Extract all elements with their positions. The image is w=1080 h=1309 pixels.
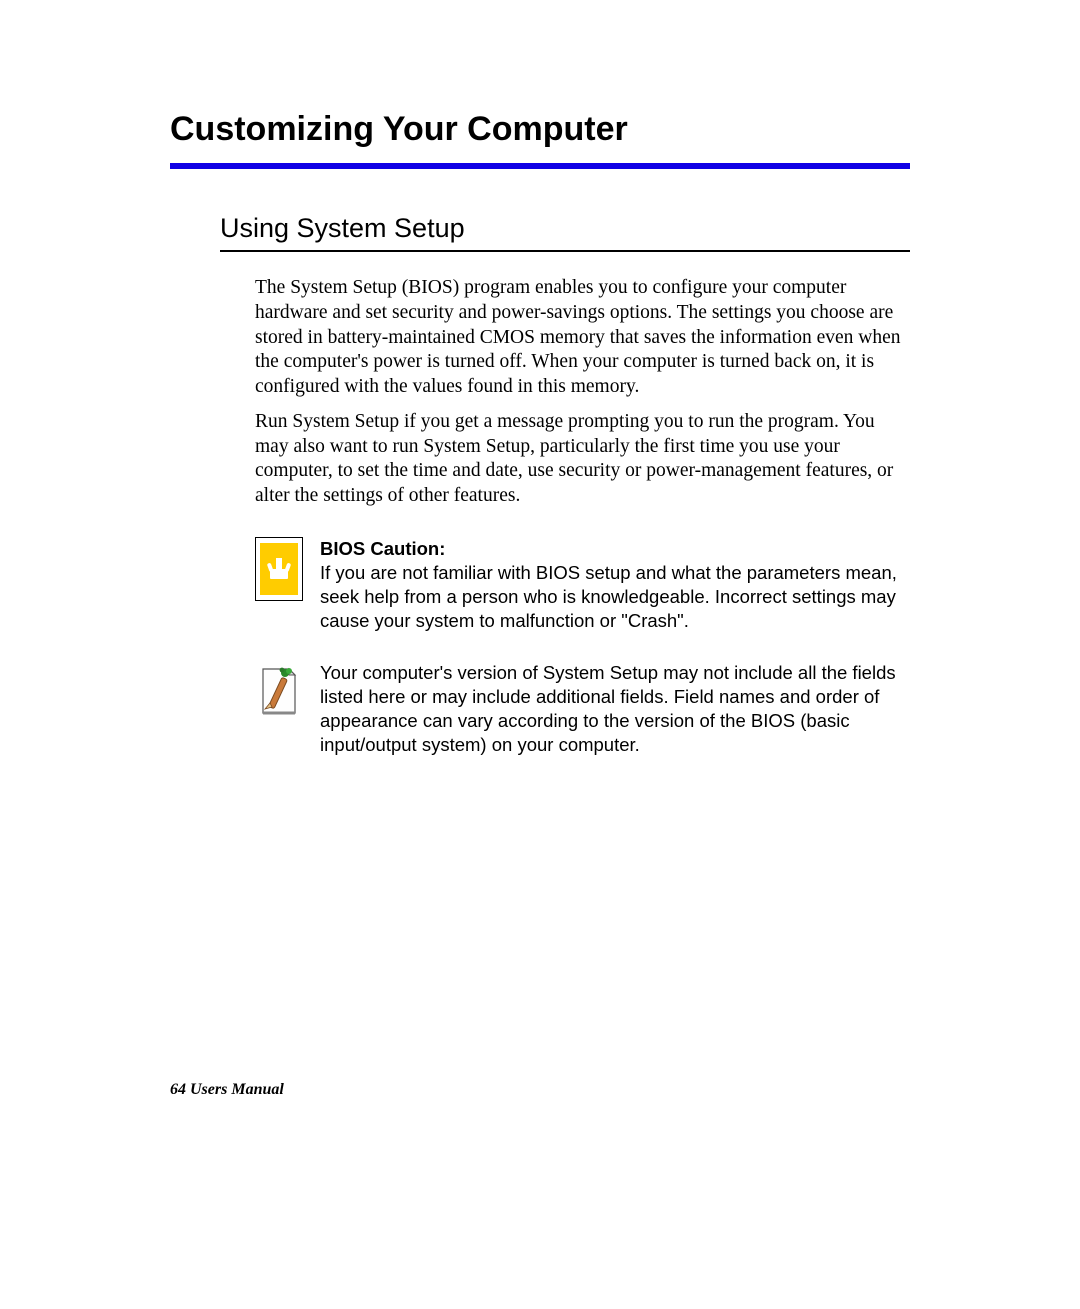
- page-footer: 64 Users Manual: [170, 1081, 284, 1099]
- caution-heading: BIOS Caution:: [320, 538, 445, 559]
- section-rule: [220, 250, 910, 252]
- note-icon: [255, 661, 303, 721]
- body-paragraph: The System Setup (BIOS) program enables …: [255, 276, 910, 400]
- note-text-block: Your computer's version of System Setup …: [320, 661, 910, 757]
- body-paragraph: Run System Setup if you get a message pr…: [255, 410, 910, 509]
- note-body: Your computer's version of System Setup …: [320, 662, 896, 755]
- caution-text-block: BIOS Caution: If you are not familiar wi…: [320, 537, 910, 633]
- caution-icon-cell: [255, 537, 320, 601]
- note-callout: Your computer's version of System Setup …: [255, 661, 910, 757]
- section-title: Using System Setup: [220, 213, 910, 244]
- page-content: Customizing Your Computer Using System S…: [0, 0, 1080, 757]
- chapter-rule: [170, 163, 910, 169]
- caution-icon: [255, 537, 303, 601]
- note-icon-cell: [255, 661, 320, 721]
- caution-callout: BIOS Caution: If you are not familiar wi…: [255, 537, 910, 633]
- caution-body: If you are not familiar with BIOS setup …: [320, 562, 897, 631]
- chapter-title: Customizing Your Computer: [170, 110, 910, 149]
